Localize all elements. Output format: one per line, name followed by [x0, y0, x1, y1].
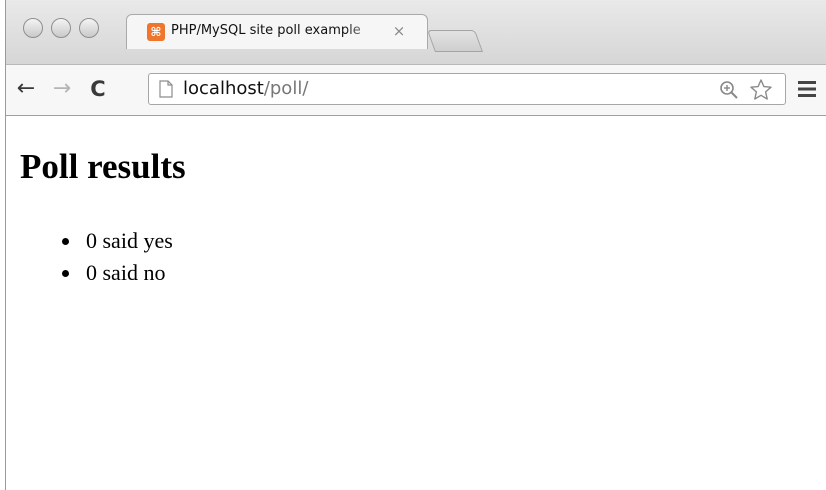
- zoom-icon[interactable]: [719, 80, 739, 100]
- result-text: 0 said no: [86, 260, 166, 285]
- address-bar[interactable]: localhost/poll/: [148, 73, 786, 105]
- poll-results-list: 0 said yes 0 said no: [60, 225, 173, 289]
- new-tab-button[interactable]: [426, 30, 484, 52]
- page-title: Poll results: [20, 147, 186, 186]
- page-content: Poll results 0 said yes 0 said no: [6, 116, 826, 490]
- back-arrow-icon[interactable]: ←: [14, 77, 38, 101]
- close-window-button[interactable]: [23, 18, 43, 38]
- star-icon[interactable]: [749, 78, 773, 102]
- browser-tab[interactable]: ⌘ PHP/MySQL site poll example ×: [126, 14, 428, 49]
- title-bar: ⌘ PHP/MySQL site poll example ×: [6, 0, 826, 64]
- menu-icon[interactable]: [798, 81, 816, 97]
- bullet-icon: [62, 270, 69, 277]
- page-icon: [159, 80, 173, 98]
- xampp-favicon-icon: ⌘: [147, 23, 165, 41]
- browser-toolbar: ← → C localhost/poll/: [6, 64, 826, 116]
- bullet-icon: [62, 238, 69, 245]
- list-item: 0 said yes: [60, 225, 173, 257]
- forward-arrow-icon[interactable]: →: [50, 77, 74, 101]
- url-path: /poll/: [263, 78, 309, 99]
- browser-window: ⌘ PHP/MySQL site poll example × ← → C lo…: [5, 0, 826, 490]
- url-text[interactable]: localhost/poll/: [183, 78, 308, 100]
- result-text: 0 said yes: [86, 228, 173, 253]
- reload-icon[interactable]: C: [86, 77, 110, 101]
- zoom-window-button[interactable]: [79, 18, 99, 38]
- minimize-window-button[interactable]: [51, 18, 71, 38]
- url-host: localhost: [183, 78, 264, 99]
- close-tab-icon[interactable]: ×: [391, 22, 407, 40]
- list-item: 0 said no: [60, 257, 173, 289]
- tab-title: PHP/MySQL site poll example: [171, 23, 361, 38]
